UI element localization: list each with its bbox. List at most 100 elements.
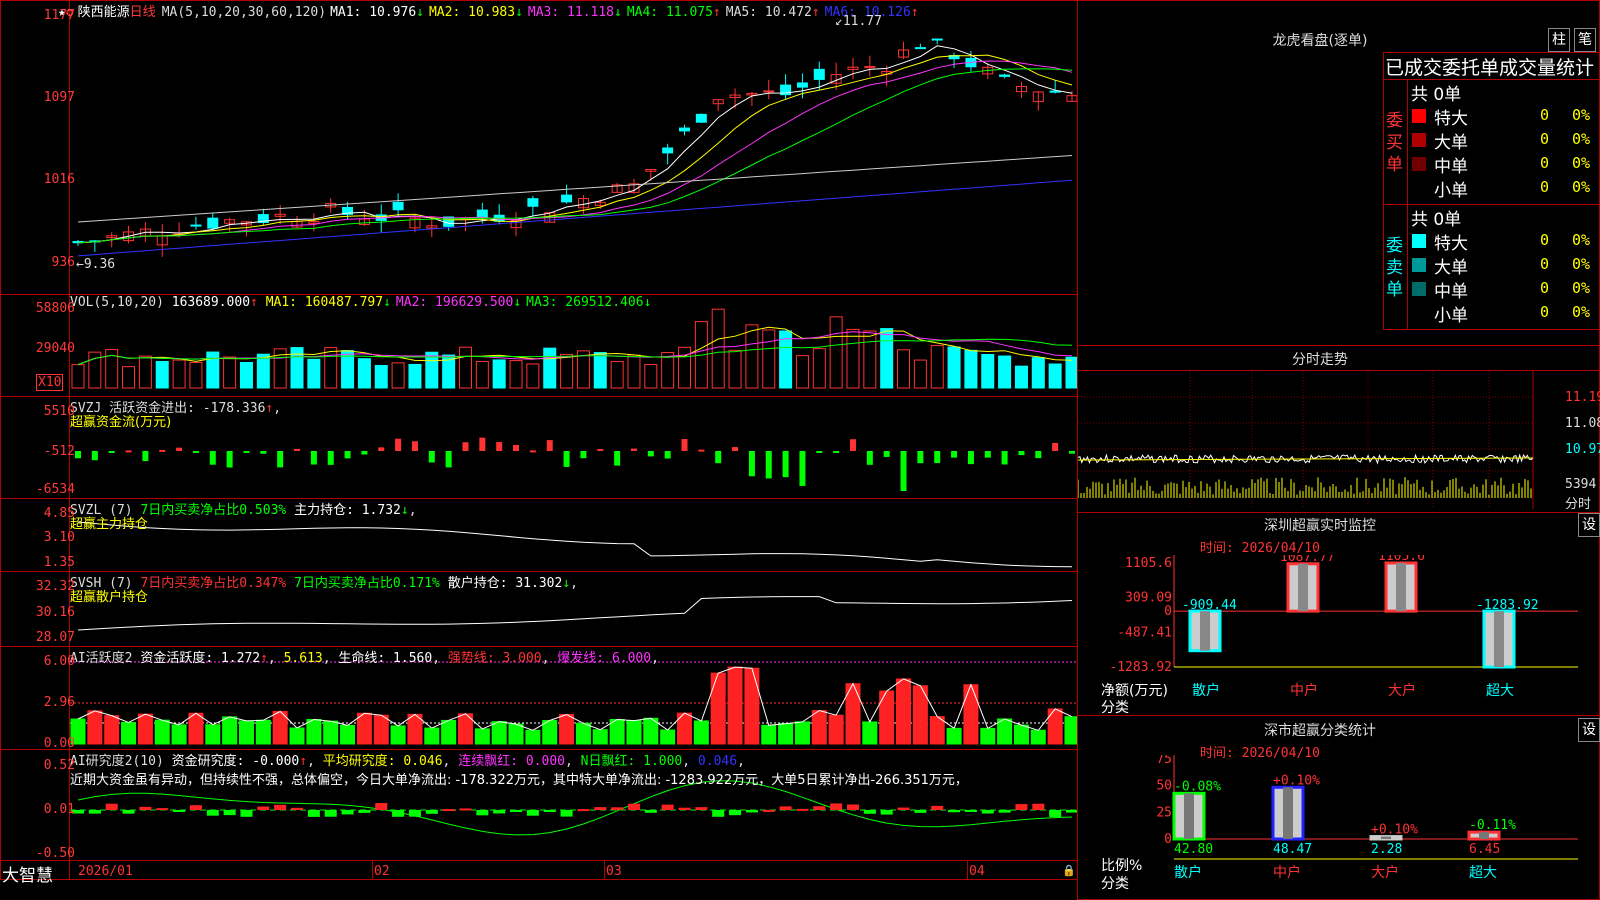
color-swatch bbox=[1412, 258, 1426, 272]
ratio-value: 48.47 bbox=[1273, 842, 1312, 857]
research-bar bbox=[223, 810, 236, 816]
y-tick: 1097 bbox=[43, 90, 75, 105]
activity-bar bbox=[306, 718, 322, 745]
volume-bar bbox=[998, 355, 1012, 389]
research-bar bbox=[375, 803, 388, 810]
activity-bar bbox=[963, 684, 979, 745]
cls-y-tick: 25 bbox=[1156, 805, 1172, 820]
ratio-value: 6.45 bbox=[1469, 842, 1500, 857]
flow-bar bbox=[142, 451, 149, 462]
candle bbox=[662, 147, 674, 154]
ratio-bar-shade bbox=[1479, 832, 1489, 839]
flow-bar bbox=[799, 451, 806, 486]
flow-bar bbox=[159, 449, 166, 452]
flow-bar bbox=[462, 442, 469, 451]
net-value: 1087.77 bbox=[1280, 555, 1335, 565]
volume-bar bbox=[846, 328, 860, 389]
y-tick: 30.16 bbox=[35, 605, 75, 620]
volume-bar bbox=[829, 316, 843, 389]
net-value: 1105.6 bbox=[1378, 555, 1425, 564]
y-tick: 0.52 bbox=[43, 758, 75, 773]
activity-bar bbox=[609, 718, 625, 745]
research-bar bbox=[291, 807, 304, 810]
intraday-vol-label: 分时 bbox=[1565, 497, 1592, 512]
research-bar bbox=[493, 810, 506, 814]
ma6-line bbox=[77, 179, 1073, 257]
candle bbox=[796, 82, 808, 88]
research-bar bbox=[341, 810, 354, 815]
research-bar bbox=[678, 807, 691, 810]
order-size-label: 大单 bbox=[1434, 133, 1468, 153]
flow-bar bbox=[310, 451, 317, 465]
vol-unit: X10 bbox=[36, 374, 64, 391]
activity-bar bbox=[1013, 724, 1029, 745]
flow-bar bbox=[513, 444, 520, 451]
flow-bar bbox=[934, 451, 941, 464]
table-title: 已成交委托单成交量统计 bbox=[1385, 57, 1595, 79]
candle bbox=[476, 209, 488, 219]
volume-bar bbox=[661, 352, 675, 389]
research-bar bbox=[661, 804, 674, 810]
ratio-bar-shade bbox=[1184, 793, 1194, 839]
intraday-title: 分时走势 bbox=[1292, 352, 1348, 368]
activity-bar bbox=[154, 719, 170, 745]
color-swatch bbox=[1412, 282, 1426, 296]
volume-bar bbox=[256, 353, 270, 389]
activity-bar bbox=[323, 720, 339, 745]
monitor-y-tick: -487.41 bbox=[1117, 625, 1172, 640]
research-bar bbox=[796, 808, 809, 811]
volume-bar bbox=[678, 346, 692, 389]
cls-settings-button[interactable]: 设 bbox=[1578, 718, 1600, 742]
ai-research-red: 连续飘红: 0.000 bbox=[458, 754, 565, 769]
flow-bar bbox=[614, 451, 621, 466]
buy-total: 共 0单 bbox=[1411, 85, 1462, 105]
research-bar bbox=[358, 810, 371, 813]
high-value: 11.77 bbox=[842, 14, 882, 29]
retail-hold-line bbox=[77, 596, 1073, 631]
activity-bar bbox=[862, 721, 878, 745]
research-bar bbox=[712, 810, 725, 817]
ratio-change: -0.11% bbox=[1469, 818, 1516, 833]
research-bar bbox=[577, 809, 590, 812]
flow-bar bbox=[361, 451, 368, 455]
ratio-bar-shade bbox=[1283, 787, 1293, 839]
vol-value: 163689.000 bbox=[171, 295, 251, 310]
research-bar bbox=[627, 803, 640, 810]
pen-mode-button[interactable]: 笔 bbox=[1574, 28, 1596, 52]
ma-value: MA1: 10.976↓ bbox=[330, 5, 424, 20]
order-count: 0 bbox=[1540, 255, 1550, 273]
ai-burst-line: 爆发线: 6.000 bbox=[557, 651, 652, 666]
flow-bar bbox=[681, 439, 688, 451]
flow-bar bbox=[260, 451, 267, 454]
activity-bar bbox=[238, 720, 254, 745]
intraday-chart[interactable] bbox=[1078, 371, 1600, 509]
research-bar bbox=[476, 810, 489, 816]
y-tick: -512 bbox=[43, 444, 75, 459]
kline-svg[interactable] bbox=[0, 0, 1078, 880]
monitor-xlabel: 分类 bbox=[1101, 700, 1129, 716]
flow-bar bbox=[496, 442, 503, 451]
order-pct: 0% bbox=[1572, 178, 1591, 196]
activity-bar bbox=[441, 719, 457, 745]
net-value: -1283.92 bbox=[1476, 598, 1539, 613]
monitor-settings-button[interactable]: 设 bbox=[1578, 513, 1600, 537]
cls-chart: 75 50 25 0 -0.08% 42.80 散户 +0.10% 48.47 中户 +0.10% 2… bbox=[1156, 755, 1578, 881]
flow-bar bbox=[1035, 451, 1042, 459]
volume-bar bbox=[728, 349, 742, 389]
lock-icon[interactable]: 🔒 bbox=[1062, 864, 1076, 877]
order-pct: 0% bbox=[1572, 231, 1591, 249]
bar-mode-button[interactable]: 柱 bbox=[1548, 28, 1570, 52]
research-bar bbox=[408, 810, 421, 817]
activity-bar bbox=[761, 724, 777, 745]
ratio-value: 42.80 bbox=[1174, 842, 1213, 857]
color-swatch bbox=[1412, 306, 1426, 320]
vol-header: VOL(5,10,20) 163689.000↑ MA1: 160487.797… bbox=[70, 295, 656, 310]
research-bar bbox=[594, 807, 607, 810]
stock-name[interactable]: 陕西能源 bbox=[78, 5, 130, 20]
activity-bar bbox=[121, 722, 137, 745]
research-bar bbox=[257, 806, 270, 810]
period-label[interactable]: 日线 bbox=[130, 5, 156, 20]
volume-bar bbox=[223, 356, 237, 389]
flow-bar bbox=[1018, 451, 1025, 456]
svzl-hold: 主力持仓: 1.732 bbox=[294, 503, 401, 518]
